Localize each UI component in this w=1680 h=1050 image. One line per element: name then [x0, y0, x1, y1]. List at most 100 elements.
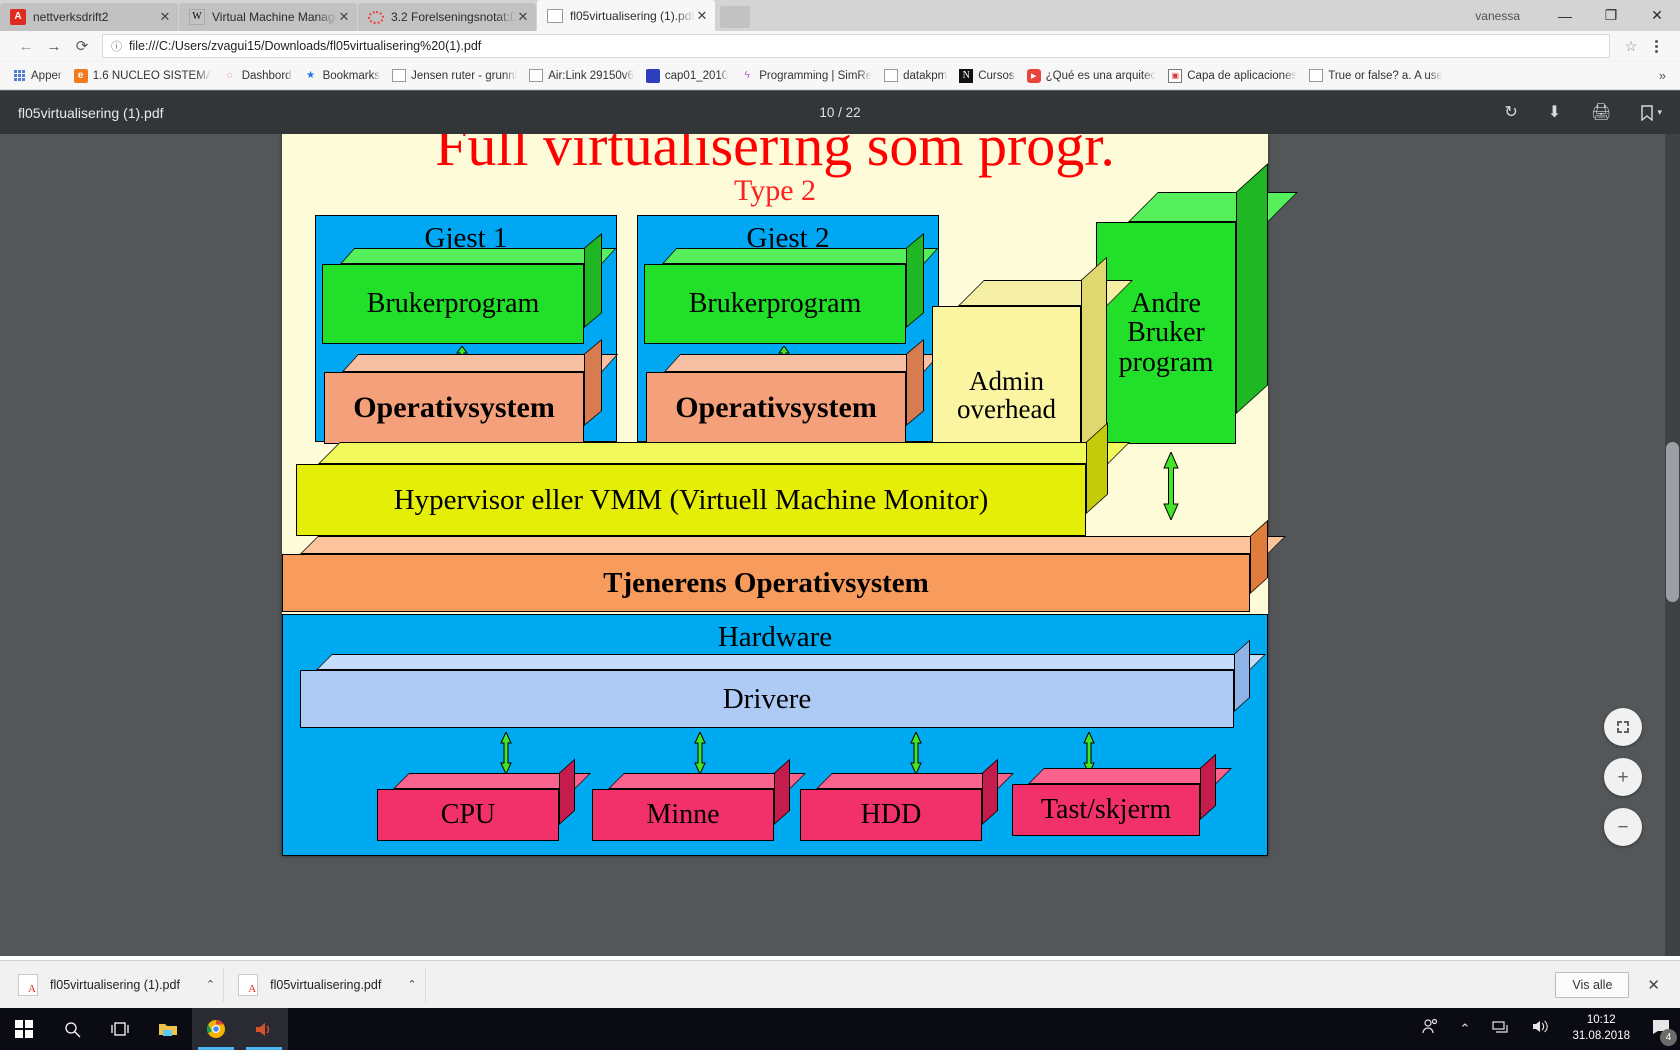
- rotate-icon[interactable]: ↻: [1504, 104, 1517, 121]
- box-top-face: [664, 354, 941, 372]
- page-icon: [547, 8, 563, 23]
- bookmark-item-11[interactable]: True or false? a. A use: [1303, 65, 1449, 87]
- profile-name[interactable]: vanessa: [1475, 9, 1520, 23]
- close-icon[interactable]: ✕: [516, 9, 530, 25]
- clock-date: 31.08.2018: [1572, 1030, 1630, 1042]
- start-button[interactable]: [0, 1008, 48, 1050]
- guest-2-user-program-box: Brukerprogram: [644, 232, 939, 344]
- box-side-face: [584, 338, 602, 426]
- tab-title: fl05virtualisering (1).pdf: [570, 8, 695, 23]
- chrome-menu-icon[interactable]: [1644, 39, 1668, 53]
- guest-1-os-label: Operativsystem: [353, 391, 555, 425]
- browser-tab-1[interactable]: W Virtual Machine Manager ✕: [179, 3, 357, 31]
- hw-arrow-icon-1: [693, 732, 707, 774]
- bookmark-item-1[interactable]: ◌ Dashbord: [217, 65, 298, 87]
- page-icon: [1309, 69, 1324, 82]
- black-n-icon: N: [959, 68, 974, 83]
- zoom-in-button[interactable]: +: [1604, 758, 1642, 796]
- fit-page-button[interactable]: [1604, 708, 1642, 746]
- print-icon[interactable]: 🖨: [1591, 104, 1611, 121]
- pdf-page-current: 10: [819, 105, 835, 120]
- pdf-viewport[interactable]: Full virtualisering som progr. Type 2 Gj…: [0, 134, 1680, 956]
- bookmark-icon[interactable]: ▾: [1641, 104, 1662, 121]
- bookmark-apps[interactable]: Apper: [6, 65, 68, 87]
- chevron-up-icon[interactable]: ⌃: [206, 978, 215, 991]
- volume-app-button[interactable]: [240, 1008, 288, 1050]
- hypervisor-box: Hypervisor eller VMM (Virtuell Machine M…: [296, 422, 1130, 536]
- pdf-scrollbar[interactable]: [1665, 134, 1680, 956]
- pdf-page-total: 22: [845, 105, 861, 120]
- hw-arrow-icon-0: [499, 732, 513, 774]
- show-all-downloads-button[interactable]: Vis alle: [1555, 971, 1630, 998]
- browser-tab-3[interactable]: fl05virtualisering (1).pdf ✕: [537, 0, 715, 31]
- drivers-label: Drivere: [722, 682, 812, 715]
- bookmark-item-5[interactable]: cap01_2010: [640, 65, 734, 87]
- server-os-box: Tjenerens Operativsystem: [282, 519, 1286, 612]
- download-item-0[interactable]: fl05virtualisering (1).pdf ⌃: [10, 967, 225, 1002]
- box-side-face: [1250, 519, 1268, 594]
- download-item-1[interactable]: fl05virtualisering.pdf ⌃: [230, 967, 426, 1002]
- bookmark-item-2[interactable]: ★ Bookmarks: [298, 65, 387, 87]
- hypervisor-label: Hypervisor eller VMM (Virtuell Machine M…: [393, 483, 989, 516]
- bookmark-item-9[interactable]: ▶ ¿Qué es una arquitec: [1021, 65, 1163, 87]
- bookmarks-overflow-icon[interactable]: »: [1659, 68, 1674, 83]
- pdf-page-indicator: 10 / 22: [0, 105, 1680, 120]
- pdf-toolbar: fl05virtualisering (1).pdf 10 / 22 ↻ ⬇ 🖨…: [0, 90, 1680, 134]
- download-shelf: fl05virtualisering (1).pdf ⌃ fl05virtual…: [0, 960, 1680, 1008]
- chrome-button[interactable]: [192, 1008, 240, 1050]
- maximize-button[interactable]: ❐: [1588, 0, 1634, 31]
- task-view-button[interactable]: [96, 1008, 144, 1050]
- bookmark-item-10[interactable]: ▣ Capa de aplicaciones: [1162, 65, 1303, 87]
- reload-button[interactable]: ⟳: [68, 32, 96, 60]
- back-button[interactable]: ←: [12, 32, 40, 60]
- box-top-face: [318, 442, 1130, 464]
- close-icon[interactable]: ✕: [695, 8, 709, 24]
- bookmark-item-7[interactable]: datakpm: [878, 65, 953, 87]
- new-tab-button[interactable]: [720, 6, 750, 28]
- browser-tab-2[interactable]: 3.2 Forelseningsnotat:DAT ✕: [358, 3, 536, 31]
- close-icon[interactable]: ✕: [158, 9, 172, 25]
- bookmark-item-3[interactable]: Jensen ruter - grunnl: [386, 65, 523, 87]
- clock[interactable]: 10:12 31.08.2018: [1572, 1013, 1630, 1044]
- chevron-up-icon[interactable]: ⌃: [407, 978, 416, 991]
- close-window-button[interactable]: ✕: [1634, 0, 1680, 31]
- bookmark-label: True or false? a. A use: [1328, 69, 1443, 82]
- tray-chevron-icon[interactable]: ⌃: [1460, 1021, 1471, 1037]
- browser-tab-0[interactable]: A nettverksdrift2 ✕: [0, 3, 178, 31]
- zoom-out-button[interactable]: −: [1604, 808, 1642, 846]
- bookmark-star-icon[interactable]: ☆: [1618, 33, 1644, 59]
- hw-component-label: HDD: [860, 799, 922, 831]
- navigation-bar: ← → ⟳ ⓘ file:///C:/Users/zvagui15/Downlo…: [0, 31, 1680, 62]
- wikipedia-icon: W: [189, 9, 205, 25]
- box-top-face: [1128, 192, 1298, 222]
- hw-component-label: Tast/skjerm: [1040, 794, 1172, 826]
- close-icon[interactable]: ✕: [337, 9, 351, 25]
- hw-component-box-3: Tast/skjerm: [1012, 753, 1232, 836]
- network-icon[interactable]: [1492, 1020, 1510, 1039]
- bookmark-label: Bookmarks: [322, 69, 381, 82]
- volume-icon[interactable]: [1532, 1019, 1550, 1039]
- chevron-down-icon: ▾: [1657, 107, 1662, 117]
- box-front-face: Operativsystem: [324, 372, 584, 444]
- file-explorer-button[interactable]: [144, 1008, 192, 1050]
- guest-2-os-box: Operativsystem: [646, 338, 941, 444]
- download-icon[interactable]: ⬇: [1548, 104, 1561, 121]
- people-icon[interactable]: [1421, 1018, 1438, 1040]
- windows-taskbar: ⌃ 10:12 31.08.2018 4: [0, 1008, 1680, 1050]
- address-bar[interactable]: ⓘ file:///C:/Users/zvagui15/Downloads/fl…: [102, 34, 1610, 58]
- loading-icon: [368, 10, 384, 24]
- forward-button[interactable]: →: [40, 32, 68, 60]
- pdf-scrollbar-thumb[interactable]: [1666, 442, 1679, 602]
- window-controls: vanessa — ❐ ✕: [1475, 0, 1680, 31]
- bookmark-item-0[interactable]: e 1.6 NÚCLEO SISTEMA: [68, 65, 217, 87]
- box-front-face: Minne: [592, 789, 774, 841]
- search-button[interactable]: [48, 1008, 96, 1050]
- close-shelf-icon[interactable]: ✕: [1647, 976, 1670, 994]
- box-front-face: Tjenerens Operativsystem: [282, 554, 1250, 612]
- notifications-button[interactable]: 4: [1652, 1019, 1677, 1046]
- bookmark-item-4[interactable]: Air:Link 29150v6: [523, 65, 640, 87]
- tab-title: 3.2 Forelseningsnotat:DAT: [391, 10, 516, 24]
- bookmark-item-6[interactable]: ϟ Programming | SimRe: [734, 65, 878, 87]
- minimize-button[interactable]: —: [1542, 0, 1588, 31]
- bookmark-item-8[interactable]: N Cursos: [953, 65, 1020, 87]
